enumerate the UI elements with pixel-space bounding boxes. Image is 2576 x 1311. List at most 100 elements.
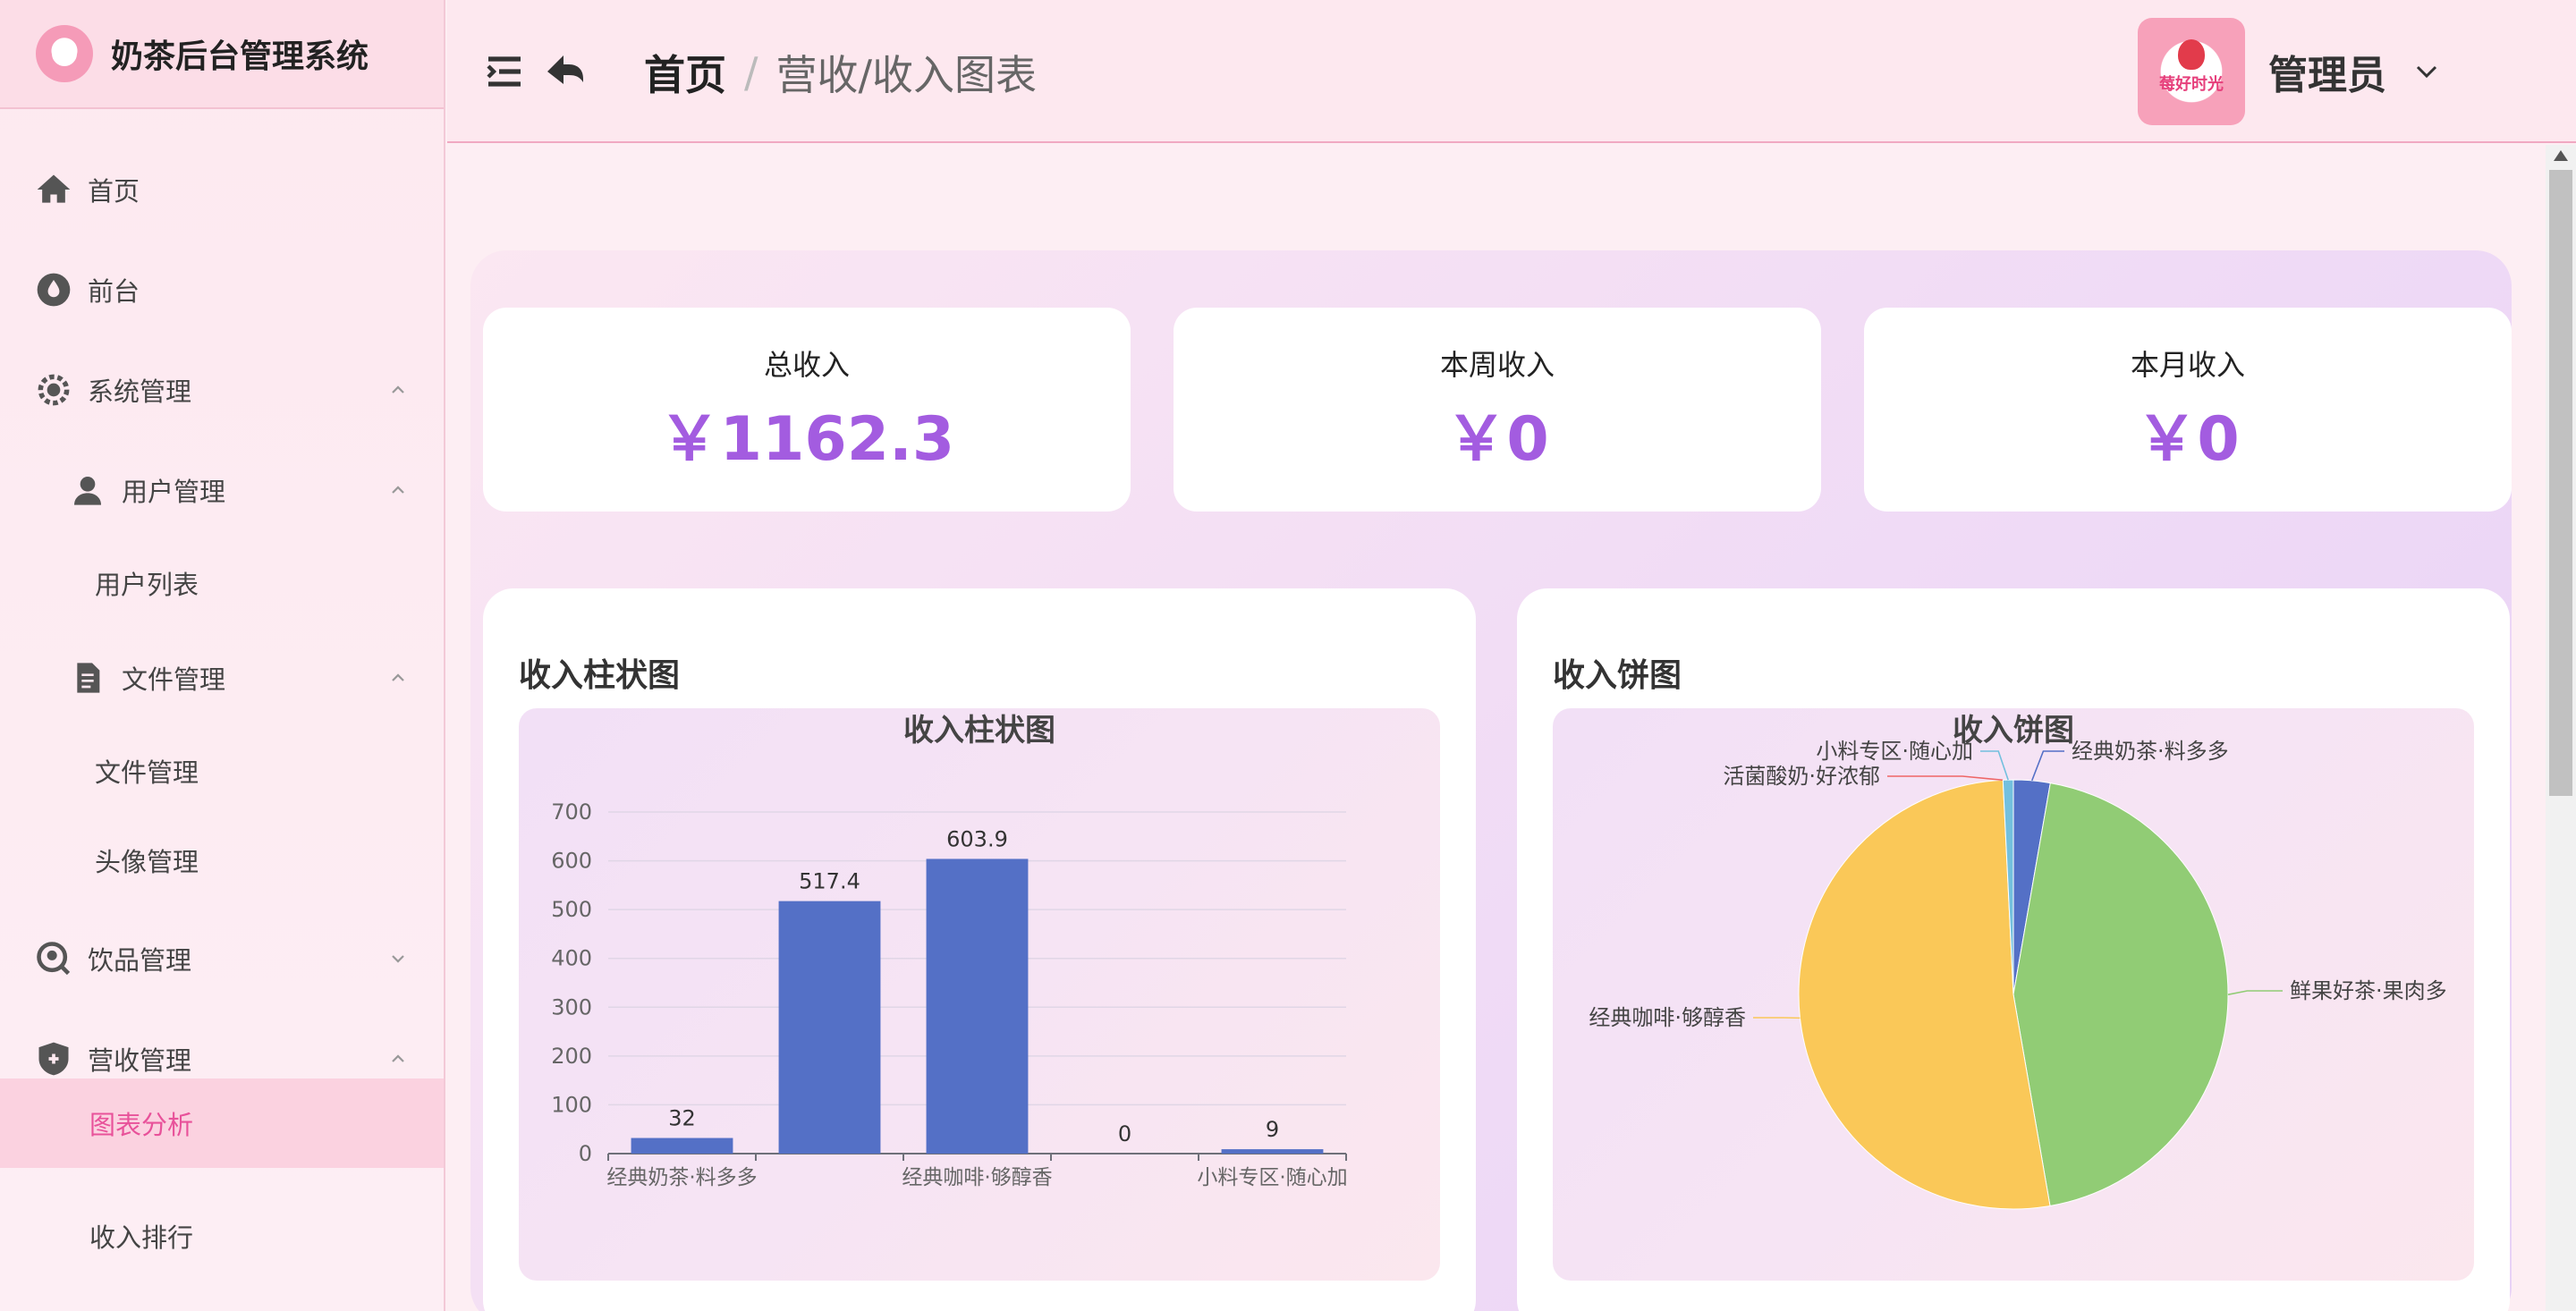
sidebar-item-label: 前台 (88, 276, 140, 307)
sidebar-item-revenue[interactable]: 营收管理 (0, 1032, 444, 1086)
chevron-up-icon (392, 1054, 404, 1062)
bar (778, 901, 881, 1154)
search-icon (32, 937, 75, 980)
data-label: 9 (1266, 1117, 1279, 1142)
breadcrumb-home[interactable]: 首页 (644, 43, 726, 102)
pie-chart-area: 收入饼图 经典奶茶·料多多 鲜果好茶·果肉多 经典咖啡·够醇香 活菌酸奶·好浓郁 小料专… (1553, 708, 2474, 1281)
chart-card-title: 收入柱状图 (519, 657, 681, 694)
stat-value: ￥0 (2136, 403, 2240, 475)
x-tick-label: 经典奶茶·料多多 (606, 1166, 757, 1189)
x-tick-label: 经典咖啡·够醇香 (902, 1166, 1052, 1189)
gear-icon (32, 368, 75, 411)
bar-chart-card: 收入柱状图 收入柱状图 0 100 200 300 400 500 600 700 32 517.… (483, 588, 1476, 1311)
bar (631, 1138, 733, 1154)
stat-label: 本月收入 (2130, 347, 2245, 382)
x-tick-label: 小料专区·随心加 (1197, 1166, 1347, 1189)
chevron-down-icon[interactable] (2413, 58, 2440, 85)
pie-label: 小料专区·随心加 (1816, 739, 1973, 764)
bar (1221, 1149, 1324, 1154)
stat-card-month: 本月收入 ￥0 (1864, 308, 2512, 512)
stat-value: ￥0 (1445, 403, 1549, 475)
y-tick-label: 300 (551, 994, 592, 1019)
bar-chart-area: 收入柱状图 0 100 200 300 400 500 600 700 32 517.4 603.9… (519, 708, 1440, 1281)
label-line (1980, 750, 2009, 781)
stat-card-week: 本周收入 ￥0 (1174, 308, 1821, 512)
chart-title: 收入柱状图 (903, 713, 1055, 749)
y-tick-label: 700 (551, 799, 592, 825)
drop-icon (32, 268, 75, 311)
stat-label: 本周收入 (1439, 347, 1555, 382)
y-tick-label: 200 (551, 1044, 592, 1069)
sidebar-item-label: 文件管理 (122, 664, 226, 695)
sidebar-item-chart-analysis[interactable]: 图表分析 (0, 1078, 444, 1168)
sidebar-item-label: 系统管理 (88, 376, 192, 407)
main-content: 总收入 ￥1162.3 本周收入 ￥0 本月收入 ￥0 收入柱状图 收入柱状图 … (447, 145, 2546, 1311)
y-tick-label: 100 (551, 1092, 592, 1117)
sidebar-item-frontend[interactable]: 前台 (0, 263, 444, 317)
bar-chart: 收入柱状图 0 100 200 300 400 500 600 700 32 517.4 603.9… (551, 713, 1347, 1189)
scrollbar[interactable] (2546, 145, 2576, 1311)
chevron-up-icon (392, 486, 404, 494)
user-icon (66, 469, 109, 512)
bar (926, 858, 1029, 1154)
label-line (2227, 990, 2283, 995)
sidebar-item-label: 饮品管理 (88, 945, 192, 976)
data-label: 517.4 (799, 869, 860, 894)
document-icon (66, 656, 109, 699)
pie-slice (2012, 782, 2229, 1207)
sidebar-item-file-manage[interactable]: 文件管理 (0, 744, 444, 798)
scroll-up-arrow-icon[interactable] (2554, 150, 2568, 161)
scroll-thumb[interactable] (2549, 170, 2572, 796)
chevron-down-icon (392, 955, 404, 963)
home-icon (32, 168, 75, 211)
user-menu[interactable]: 莓好时光 管理员 (2138, 18, 2440, 125)
sidebar-item-label: 首页 (88, 176, 140, 207)
shield-icon (32, 1037, 75, 1080)
strawberry-icon (2178, 39, 2205, 70)
milk-tea-logo-icon (36, 25, 93, 82)
stat-value: ￥1162.3 (658, 403, 955, 475)
chevron-up-icon (392, 385, 404, 393)
pie-chart: 收入饼图 经典奶茶·料多多鲜果好茶·果肉多经典咖啡·够醇香活菌酸奶·好浓郁小料专… (1589, 713, 2447, 1210)
chart-card-title: 收入饼图 (1553, 657, 1682, 694)
sidebar-item-system[interactable]: 系统管理 (0, 363, 444, 417)
sidebar-item-user-list[interactable]: 用户列表 (0, 556, 444, 610)
sidebar-item-home[interactable]: 首页 (0, 163, 444, 216)
sidebar-item-drinks[interactable]: 饮品管理 (0, 932, 444, 985)
stat-card-total: 总收入 ￥1162.3 (483, 308, 1131, 512)
y-tick-label: 600 (551, 849, 592, 874)
back-arrow-icon[interactable] (544, 50, 587, 93)
pie-chart-card: 收入饼图 收入饼图 经典奶茶·料多多 鲜果好茶·果肉多 经典咖啡·够醇香 活菌酸奶·好… (1517, 588, 2510, 1311)
data-label: 0 (1118, 1121, 1131, 1146)
sidebar: 奶茶后台管理系统 首页 前台 系统管理 用户管理 用户列表 文件管理 文件管理 … (0, 0, 445, 1311)
sidebar-item-file-management[interactable]: 文件管理 (0, 651, 444, 705)
sidebar-item-label: 用户列表 (95, 570, 199, 600)
menu-fold-icon[interactable] (483, 50, 526, 93)
avatar-text: 莓好时光 (2159, 75, 2224, 94)
header: 首页 / 营收/收入图表 莓好时光 管理员 (447, 0, 2576, 143)
breadcrumb-separator: / (744, 48, 758, 97)
pie-label: 活菌酸奶·好浓郁 (1723, 764, 1880, 789)
app-title: 奶茶后台管理系统 (111, 38, 369, 75)
y-tick-label: 0 (579, 1141, 592, 1166)
breadcrumb: 首页 / 营收/收入图表 (644, 43, 1037, 102)
pie-label: 经典咖啡·够醇香 (1589, 1005, 1746, 1030)
data-label: 603.9 (946, 826, 1008, 851)
sidebar-item-avatar-manage[interactable]: 头像管理 (0, 833, 444, 887)
brand: 奶茶后台管理系统 (0, 0, 444, 109)
sidebar-item-label: 头像管理 (95, 847, 199, 877)
sidebar-item-label: 文件管理 (95, 757, 199, 788)
sidebar-item-label: 图表分析 (89, 1110, 194, 1140)
breadcrumb-current: 营收/收入图表 (775, 51, 1038, 99)
sidebar-item-income-rank[interactable]: 收入排行 (0, 1209, 444, 1263)
sidebar-item-user-management[interactable]: 用户管理 (0, 463, 444, 517)
label-line (1887, 775, 2004, 782)
y-tick-label: 500 (551, 897, 592, 922)
stat-label: 总收入 (763, 347, 850, 382)
avatar[interactable]: 莓好时光 (2138, 18, 2245, 125)
y-tick-label: 400 (551, 946, 592, 971)
pie-label: 鲜果好茶·果肉多 (2290, 978, 2447, 1003)
user-name[interactable]: 管理员 (2268, 43, 2386, 100)
sidebar-item-label: 营收管理 (88, 1045, 192, 1076)
pie-label: 经典奶茶·料多多 (2072, 739, 2229, 764)
